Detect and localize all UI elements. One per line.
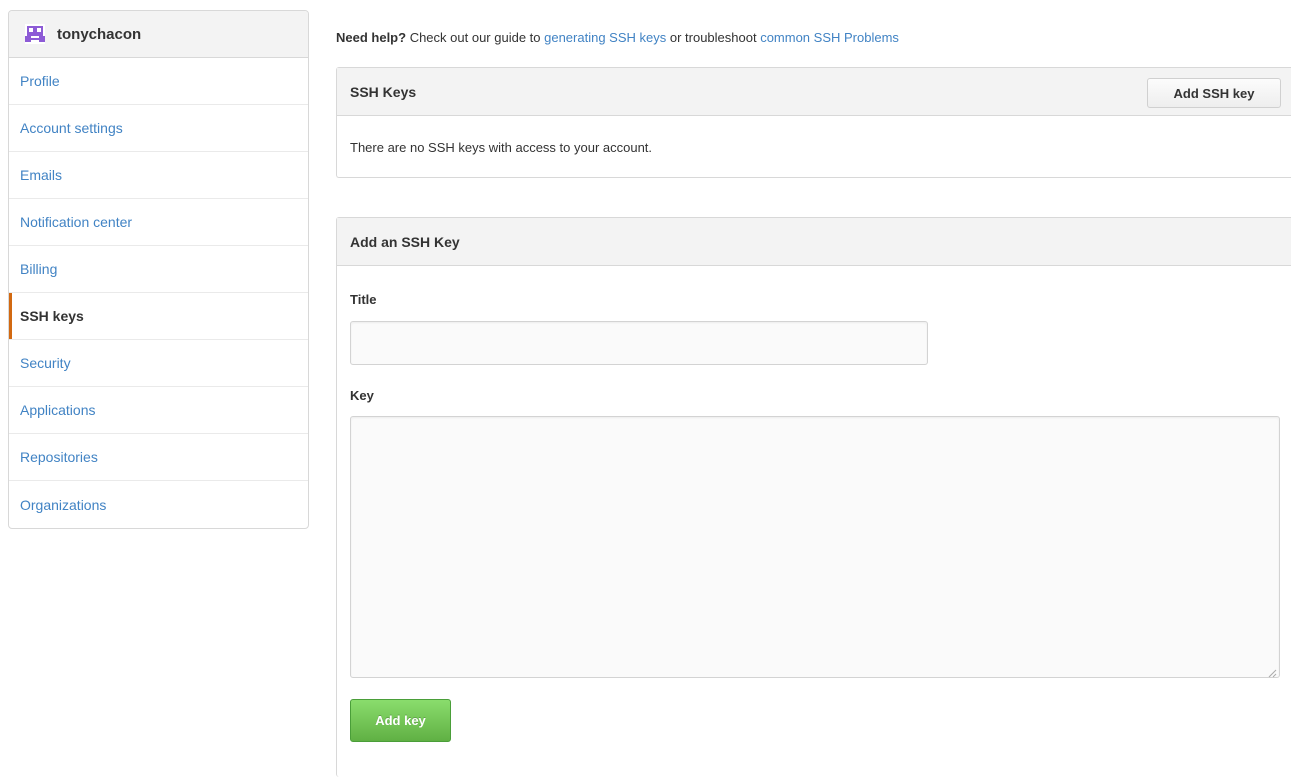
add-key-button[interactable]: Add key	[350, 699, 451, 742]
sidebar-item-notification-center[interactable]: Notification center	[9, 199, 308, 246]
sidebar-item-security[interactable]: Security	[9, 340, 308, 387]
settings-sidebar: tonychacon Profile Account settings Emai…	[8, 10, 309, 529]
sidebar-item-applications[interactable]: Applications	[9, 387, 308, 434]
key-label: Key	[350, 388, 374, 403]
sidebar-item-ssh-keys[interactable]: SSH keys	[9, 293, 308, 340]
help-text-part2: or troubleshoot	[666, 30, 761, 45]
main-content: Need help? Check out our guide to genera…	[336, 0, 1291, 777]
sidebar-item-repositories[interactable]: Repositories	[9, 434, 308, 481]
sidebar-item-account-settings[interactable]: Account settings	[9, 105, 308, 152]
sidebar-item-profile[interactable]: Profile	[9, 58, 308, 105]
avatar-icon	[25, 24, 45, 44]
help-strong: Need help?	[336, 30, 407, 45]
help-text: Need help? Check out our guide to genera…	[336, 30, 899, 45]
key-textarea[interactable]	[350, 416, 1280, 678]
sidebar-item-emails[interactable]: Emails	[9, 152, 308, 199]
title-label: Title	[350, 292, 377, 307]
generating-ssh-keys-link[interactable]: generating SSH keys	[544, 30, 666, 45]
add-ssh-key-button[interactable]: Add SSH key	[1147, 78, 1281, 108]
sidebar-username[interactable]: tonychacon	[57, 26, 141, 43]
common-ssh-problems-link[interactable]: common SSH Problems	[760, 30, 899, 45]
ssh-keys-panel: SSH Keys Add SSH key There are no SSH ke…	[336, 67, 1291, 178]
ssh-keys-empty-message: There are no SSH keys with access to you…	[350, 139, 653, 155]
sidebar-header: tonychacon	[9, 11, 308, 58]
add-ssh-key-header: Add an SSH Key	[337, 218, 1291, 266]
ssh-keys-header: SSH Keys Add SSH key	[337, 68, 1291, 116]
ssh-keys-title: SSH Keys	[350, 83, 417, 100]
help-text-part1: Check out our guide to	[406, 30, 545, 45]
sidebar-menu: Profile Account settings Emails Notifica…	[9, 58, 308, 528]
sidebar-item-billing[interactable]: Billing	[9, 246, 308, 293]
add-ssh-key-panel: Add an SSH Key Title Key Add key	[336, 217, 1291, 777]
sidebar-item-organizations[interactable]: Organizations	[9, 481, 308, 528]
resize-grip-icon[interactable]	[1267, 668, 1277, 678]
title-input[interactable]	[350, 321, 928, 365]
add-ssh-key-title: Add an SSH Key	[350, 233, 460, 250]
